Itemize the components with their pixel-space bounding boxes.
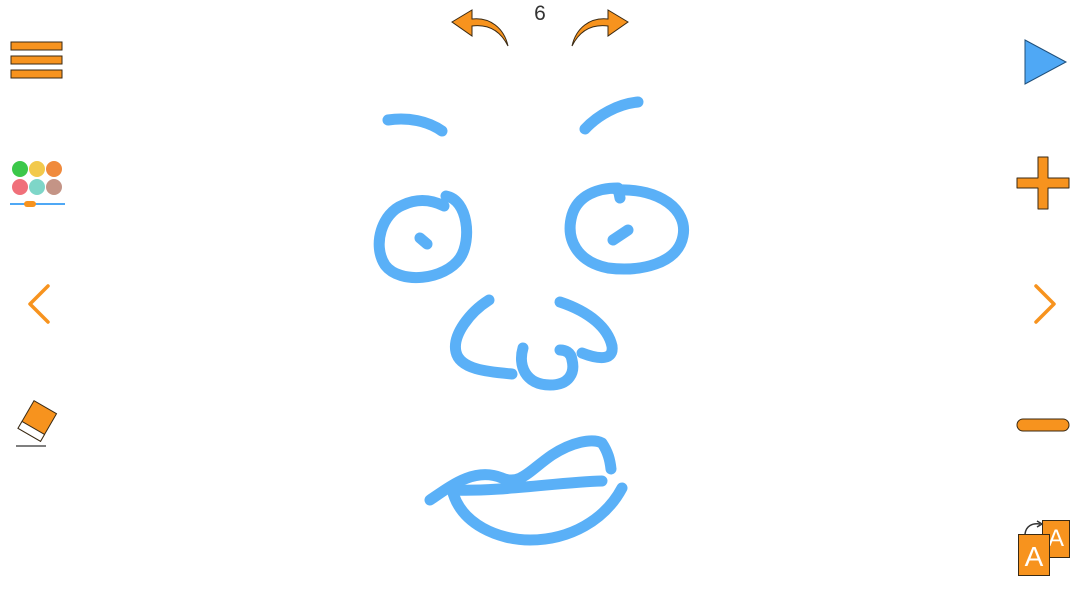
hamburger-menu-icon — [10, 41, 63, 79]
plus-icon — [1016, 156, 1070, 210]
font-switch-icon: A A — [1014, 518, 1074, 578]
previous-page-button[interactable] — [24, 282, 54, 326]
undo-button[interactable] — [448, 8, 510, 48]
font-letter-front: A — [1024, 541, 1044, 572]
eraser-button[interactable] — [12, 398, 66, 450]
play-icon — [1024, 39, 1068, 85]
color-palette-button[interactable] — [8, 158, 68, 210]
curved-arrow-icon — [1024, 520, 1044, 535]
add-page-button[interactable] — [1014, 154, 1072, 212]
drawing-canvas[interactable] — [90, 60, 990, 608]
redo-button[interactable] — [570, 8, 632, 48]
page-number: 6 — [534, 2, 546, 25]
minus-icon — [1016, 418, 1070, 432]
nose-left — [449, 294, 518, 380]
redo-arrow-icon — [571, 9, 629, 47]
color-palette-icon — [10, 161, 65, 207]
lower-lip — [446, 482, 628, 546]
font-switch-button[interactable]: A A — [1014, 518, 1074, 578]
lip-line — [446, 475, 608, 496]
right-eyebrow — [579, 96, 644, 135]
right-pupil — [607, 224, 634, 246]
remove-page-button[interactable] — [1014, 414, 1072, 436]
undo-arrow-icon — [451, 9, 509, 47]
eraser-icon — [16, 399, 58, 447]
font-card-front: A — [1018, 534, 1050, 576]
nose-center — [516, 342, 579, 391]
chevron-left-icon — [28, 284, 50, 324]
left-eyebrow — [382, 113, 448, 137]
play-button[interactable] — [1020, 36, 1070, 88]
left-pupil — [414, 232, 433, 250]
face-drawing — [373, 96, 690, 546]
chevron-right-icon — [1034, 284, 1056, 324]
next-page-button[interactable] — [1030, 282, 1060, 326]
menu-button[interactable] — [10, 40, 64, 82]
